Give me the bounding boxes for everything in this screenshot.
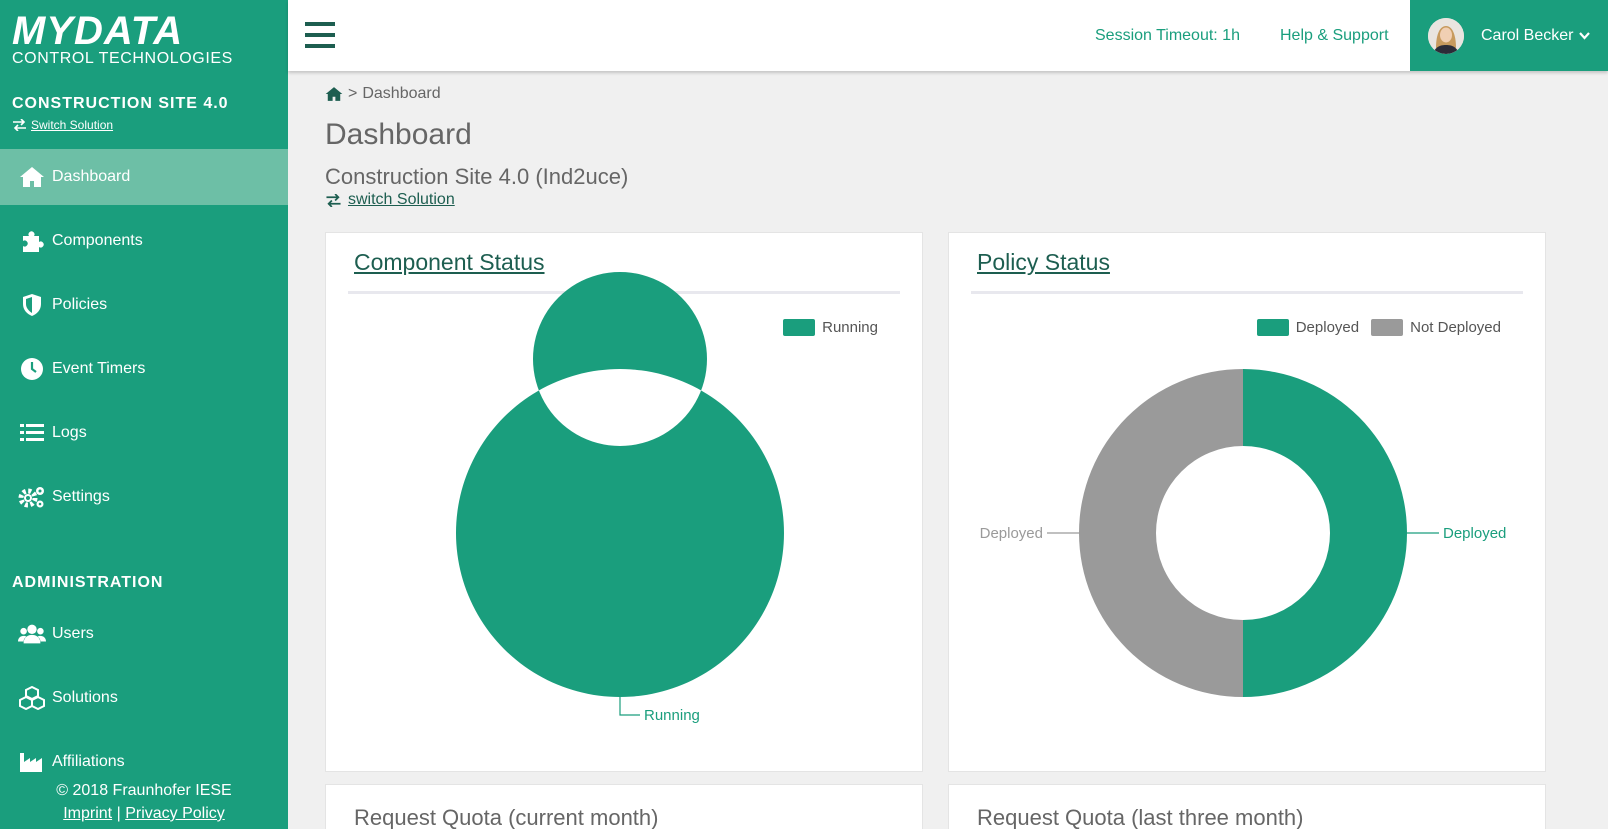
help-support-link[interactable]: Help & Support	[1280, 27, 1389, 45]
request-quota-three-card: Request Quota (last three month)	[948, 784, 1546, 829]
sidebar-item-label: Users	[52, 625, 94, 642]
sidebar-item-settings[interactable]: Settings	[0, 469, 288, 525]
list-icon	[18, 420, 46, 446]
policy-status-chart: Deployed Deployed	[980, 369, 1506, 697]
sidebar-item-dashboard[interactable]: Dashboard	[0, 149, 288, 205]
copyright: © 2018 Fraunhofer IESE	[56, 782, 232, 799]
sidebar-item-users[interactable]: Users	[0, 606, 288, 662]
users-icon	[18, 621, 46, 647]
request-quota-current-title: Request Quota (current month)	[354, 805, 659, 829]
switch-solution-main-link[interactable]: switch Solution	[325, 191, 455, 209]
shield-icon	[18, 292, 46, 318]
breadcrumb-separator: >	[348, 85, 358, 102]
exchange-icon	[326, 193, 341, 207]
solution-name: Construction Site 4.0 (Ind2uce)	[325, 164, 629, 189]
session-timeout[interactable]: Session Timeout: 1h	[1095, 27, 1240, 45]
footer-separator: |	[116, 805, 121, 822]
admin-section-title: ADMINISTRATION	[12, 574, 164, 591]
top-header: Session Timeout: 1h Help & Support Carol…	[288, 0, 1608, 71]
sidebar-item-label: Affiliations	[52, 753, 125, 770]
slice-label: Deployed	[980, 525, 1043, 542]
slice-label-leader	[619, 697, 640, 716]
user-name: Carol Becker	[1481, 26, 1574, 44]
logo-tagline: CONTROL TECHNOLOGIES	[12, 50, 233, 67]
policy-status-card: Policy Status Deployed Not Deployed Depl…	[948, 232, 1546, 772]
switch-solution-label[interactable]: Switch Solution	[31, 118, 113, 132]
privacy-policy-link[interactable]: Privacy Policy	[125, 805, 225, 822]
component-status-card: Component Status Running Running	[325, 232, 923, 772]
sidebar-item-solutions[interactable]: Solutions	[0, 670, 288, 726]
logo[interactable]: MYDATA CONTROL TECHNOLOGIES	[12, 9, 242, 68]
sidebar-item-logs[interactable]: Logs	[0, 405, 288, 461]
imprint-link[interactable]: Imprint	[63, 805, 112, 822]
page-title: Dashboard	[325, 118, 472, 151]
sidebar-footer: © 2018 Fraunhofer IESE Imprint | Privacy…	[0, 779, 288, 825]
exchange-icon	[13, 119, 26, 131]
switch-solution-label[interactable]: switch Solution	[348, 191, 455, 209]
cubes-icon	[18, 685, 46, 711]
request-quota-three-title: Request Quota (last three month)	[977, 805, 1304, 829]
switch-solution-link[interactable]: Switch Solution	[12, 118, 113, 132]
user-menu[interactable]: Carol Becker	[1410, 0, 1608, 71]
breadcrumb: > Dashboard	[325, 85, 441, 103]
slice-label: Running	[644, 707, 700, 724]
sidebar-item-label: Policies	[52, 296, 108, 313]
gears-icon	[18, 484, 46, 510]
chevron-down-icon	[1579, 31, 1591, 40]
clock-icon	[18, 356, 46, 382]
request-quota-current-card: Request Quota (current month)	[325, 784, 923, 829]
home-icon	[18, 164, 46, 190]
menu-toggle-icon[interactable]	[305, 22, 335, 48]
sidebar-item-components[interactable]: Components	[0, 213, 288, 269]
logo-brand: MYDATA	[12, 9, 184, 53]
avatar	[1428, 17, 1464, 54]
sidebar-item-label: Solutions	[52, 689, 118, 706]
sidebar-item-label: Logs	[52, 424, 87, 441]
sidebar-item-label: Settings	[52, 488, 110, 505]
admin-nav: Users Solutions Affiliations	[0, 606, 288, 798]
solution-title: CONSTRUCTION SITE 4.0	[12, 95, 229, 112]
chart-slice-not-deployed[interactable]	[1079, 369, 1243, 697]
home-icon[interactable]	[325, 86, 343, 102]
sidebar-nav: Dashboard Components Policies Event Time…	[0, 149, 288, 533]
puzzle-icon	[18, 228, 46, 254]
sidebar-item-label: Dashboard	[52, 168, 131, 185]
sidebar-item-label: Components	[52, 232, 143, 249]
sidebar: MYDATA CONTROL TECHNOLOGIES CONSTRUCTION…	[0, 0, 288, 829]
slice-label: Deployed	[1443, 525, 1506, 542]
sidebar-item-label: Event Timers	[52, 360, 146, 377]
component-status-chart: Running	[455, 272, 784, 724]
industry-icon	[18, 749, 46, 775]
chart-slice-deployed[interactable]	[1243, 369, 1407, 697]
sidebar-item-event-timers[interactable]: Event Timers	[0, 341, 288, 397]
breadcrumb-current: Dashboard	[362, 85, 441, 102]
sidebar-item-policies[interactable]: Policies	[0, 277, 288, 333]
chart-slice-running[interactable]	[455, 272, 784, 697]
